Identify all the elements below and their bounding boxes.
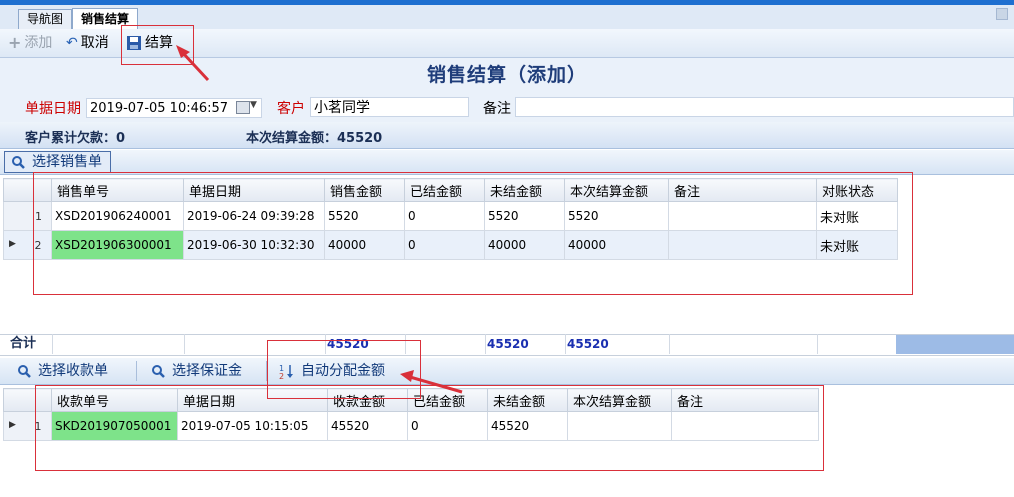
annotation-arrows [176, 45, 463, 394]
